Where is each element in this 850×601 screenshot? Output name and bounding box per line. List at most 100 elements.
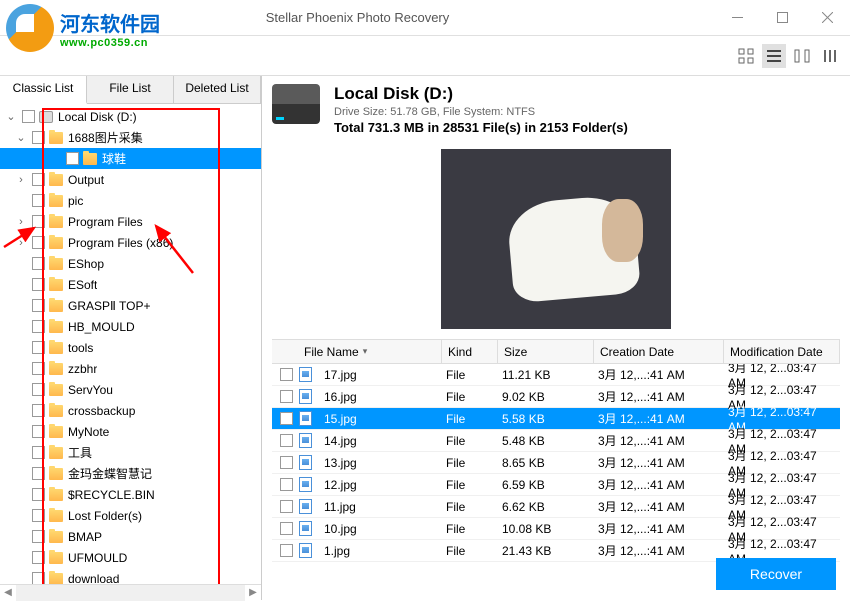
cell-kind: File <box>440 412 496 426</box>
tree-item[interactable]: download <box>0 568 261 584</box>
tree-label: ServYou <box>68 383 113 397</box>
checkbox[interactable] <box>32 341 45 354</box>
tree-item[interactable]: BMAP <box>0 526 261 547</box>
tree-label: download <box>68 572 119 585</box>
checkbox[interactable] <box>32 278 45 291</box>
expand-icon[interactable]: › <box>14 216 28 228</box>
expand-icon[interactable]: › <box>14 174 28 186</box>
folder-icon <box>49 384 63 396</box>
checkbox[interactable] <box>32 131 45 144</box>
checkbox[interactable] <box>32 572 45 584</box>
tree-item[interactable]: 工具 <box>0 442 261 463</box>
column-creation-date[interactable]: Creation Date <box>594 340 724 363</box>
tree-item[interactable]: GRASPⅡ TOP+ <box>0 295 261 316</box>
folder-icon <box>49 132 63 144</box>
checkbox[interactable] <box>32 530 45 543</box>
checkbox[interactable] <box>280 412 293 425</box>
image-file-icon <box>299 543 312 558</box>
checkbox[interactable] <box>280 456 293 469</box>
checkbox[interactable] <box>280 500 293 513</box>
checkbox[interactable] <box>32 509 45 522</box>
checkbox[interactable] <box>280 390 293 403</box>
tree-item[interactable]: tools <box>0 337 261 358</box>
checkbox[interactable] <box>32 488 45 501</box>
checkbox[interactable] <box>32 446 45 459</box>
checkbox[interactable] <box>32 320 45 333</box>
tree-item[interactable]: crossbackup <box>0 400 261 421</box>
cell-filename: 16.jpg <box>318 390 440 404</box>
column-size[interactable]: Size <box>498 340 594 363</box>
checkbox[interactable] <box>280 478 293 491</box>
cell-size: 21.43 KB <box>496 544 592 558</box>
checkbox[interactable] <box>32 362 45 375</box>
tree-item[interactable]: zzbhr <box>0 358 261 379</box>
checkbox[interactable] <box>66 152 79 165</box>
cell-kind: File <box>440 456 496 470</box>
checkbox[interactable] <box>32 551 45 564</box>
tree-item[interactable]: EShop <box>0 253 261 274</box>
tree-item[interactable]: ›Program Files (x86) <box>0 232 261 253</box>
checkbox[interactable] <box>32 194 45 207</box>
cell-filename: 14.jpg <box>318 434 440 448</box>
expand-icon[interactable]: › <box>14 237 28 249</box>
tree-item[interactable]: ⌄1688图片采集 <box>0 127 261 148</box>
expand-icon[interactable]: ⌄ <box>14 131 28 144</box>
tree-item[interactable]: UFMOULD <box>0 547 261 568</box>
tree-item[interactable]: MyNote <box>0 421 261 442</box>
folder-tree[interactable]: ⌄Local Disk (D:)⌄1688图片采集球鞋›Outputpic›Pr… <box>0 104 261 584</box>
maximize-button[interactable] <box>760 3 805 33</box>
cell-size: 5.58 KB <box>496 412 592 426</box>
view-detail-icon[interactable] <box>818 44 842 68</box>
tab-file-list[interactable]: File List <box>87 76 174 103</box>
checkbox[interactable] <box>32 425 45 438</box>
cell-size: 9.02 KB <box>496 390 592 404</box>
tree-item[interactable]: HB_MOULD <box>0 316 261 337</box>
checkbox[interactable] <box>32 467 45 480</box>
column-modification-date[interactable]: Modification Date <box>724 340 840 363</box>
checkbox[interactable] <box>32 383 45 396</box>
close-button[interactable] <box>805 3 850 33</box>
tree-item[interactable]: ⌄Local Disk (D:) <box>0 106 261 127</box>
checkbox[interactable] <box>280 368 293 381</box>
view-columns-icon[interactable] <box>790 44 814 68</box>
folder-icon <box>49 573 63 585</box>
folder-icon <box>49 510 63 522</box>
column-kind[interactable]: Kind <box>442 340 498 363</box>
checkbox[interactable] <box>32 257 45 270</box>
tree-item[interactable]: $RECYCLE.BIN <box>0 484 261 505</box>
folder-icon <box>49 468 63 480</box>
checkbox[interactable] <box>32 299 45 312</box>
tab-classic-list[interactable]: Classic List <box>0 76 87 104</box>
tree-item[interactable]: 球鞋 <box>0 148 261 169</box>
cell-cdate: 3月 12,...:41 AM <box>592 410 722 427</box>
view-grid-icon[interactable] <box>734 44 758 68</box>
minimize-button[interactable] <box>715 3 760 33</box>
folder-icon <box>49 426 63 438</box>
recover-button[interactable]: Recover <box>716 558 836 590</box>
tree-item[interactable]: ESoft <box>0 274 261 295</box>
tree-item[interactable]: 金玛金蝶智慧记 <box>0 463 261 484</box>
tree-item[interactable]: pic <box>0 190 261 211</box>
checkbox[interactable] <box>32 215 45 228</box>
horizontal-scrollbar[interactable]: ◀▶ <box>0 584 261 600</box>
drive-icon <box>272 84 320 124</box>
checkbox[interactable] <box>32 236 45 249</box>
tab-deleted-list[interactable]: Deleted List <box>174 76 261 103</box>
expand-icon[interactable]: ⌄ <box>4 110 18 123</box>
folder-icon <box>49 363 63 375</box>
column-filename[interactable]: File Name▾ <box>272 340 442 363</box>
checkbox[interactable] <box>32 173 45 186</box>
checkbox[interactable] <box>280 434 293 447</box>
tree-item[interactable]: ›Program Files <box>0 211 261 232</box>
tree-item[interactable]: ›Output <box>0 169 261 190</box>
tree-label: crossbackup <box>68 404 135 418</box>
tree-item[interactable]: Lost Folder(s) <box>0 505 261 526</box>
checkbox[interactable] <box>280 522 293 535</box>
tree-item[interactable]: ServYou <box>0 379 261 400</box>
checkbox[interactable] <box>280 544 293 557</box>
checkbox[interactable] <box>32 404 45 417</box>
tree-label: 球鞋 <box>102 150 126 167</box>
checkbox[interactable] <box>22 110 35 123</box>
view-list-icon[interactable] <box>762 44 786 68</box>
tree-label: HB_MOULD <box>68 320 135 334</box>
